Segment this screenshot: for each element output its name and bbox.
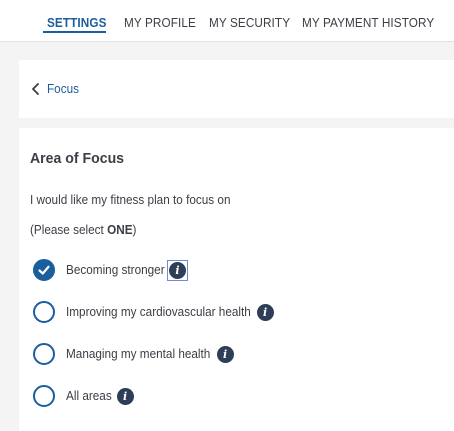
radio-unchecked[interactable] xyxy=(33,343,55,365)
focus-option-mental-health[interactable]: Managing my mental health i xyxy=(33,342,235,366)
tab-my-security[interactable]: MY SECURITY xyxy=(209,16,290,30)
hint-suffix: ) xyxy=(132,223,137,237)
info-wrap: i xyxy=(216,345,235,364)
info-wrap: i xyxy=(256,303,275,322)
active-tab-indicator xyxy=(43,31,106,33)
hint-emphasis: ONE xyxy=(107,223,133,237)
info-wrap: i xyxy=(116,387,135,406)
page-title: Area of Focus xyxy=(30,150,125,167)
settings-tab-bar: SETTINGS MY PROFILE MY SECURITY MY PAYME… xyxy=(0,0,454,42)
info-icon[interactable]: i xyxy=(168,261,186,279)
focus-prompt: I would like my fitness plan to focus on xyxy=(30,193,231,207)
tab-my-payment-history[interactable]: MY PAYMENT HISTORY xyxy=(302,16,434,30)
radio-checked[interactable] xyxy=(33,259,55,281)
option-label: All areas xyxy=(66,389,112,403)
area-of-focus-card: Area of Focus I would like my fitness pl… xyxy=(19,128,454,431)
option-label: Improving my cardiovascular health xyxy=(66,305,251,319)
selection-hint: (Please select ONE) xyxy=(30,223,136,237)
info-icon[interactable]: i xyxy=(256,303,274,321)
option-label: Becoming stronger xyxy=(66,263,165,277)
info-icon[interactable]: i xyxy=(216,345,234,363)
tab-settings[interactable]: SETTINGS xyxy=(47,16,107,30)
chevron-left-icon[interactable] xyxy=(30,83,41,95)
info-focus-ring: i xyxy=(166,259,188,281)
option-label: Managing my mental health xyxy=(66,347,211,361)
checkmark-icon xyxy=(38,265,50,275)
focus-option-cardiovascular[interactable]: Improving my cardiovascular health i xyxy=(33,300,275,324)
focus-option-all-areas[interactable]: All areas i xyxy=(33,384,135,408)
hint-prefix: (Please select xyxy=(30,223,108,237)
info-icon[interactable]: i xyxy=(116,387,134,405)
back-link-focus[interactable]: Focus xyxy=(47,82,79,96)
breadcrumb: Focus xyxy=(19,60,454,118)
radio-unchecked[interactable] xyxy=(33,385,55,407)
radio-unchecked[interactable] xyxy=(33,301,55,323)
focus-option-becoming-stronger[interactable]: Becoming stronger i xyxy=(33,258,188,282)
tab-my-profile[interactable]: MY PROFILE xyxy=(124,16,196,30)
